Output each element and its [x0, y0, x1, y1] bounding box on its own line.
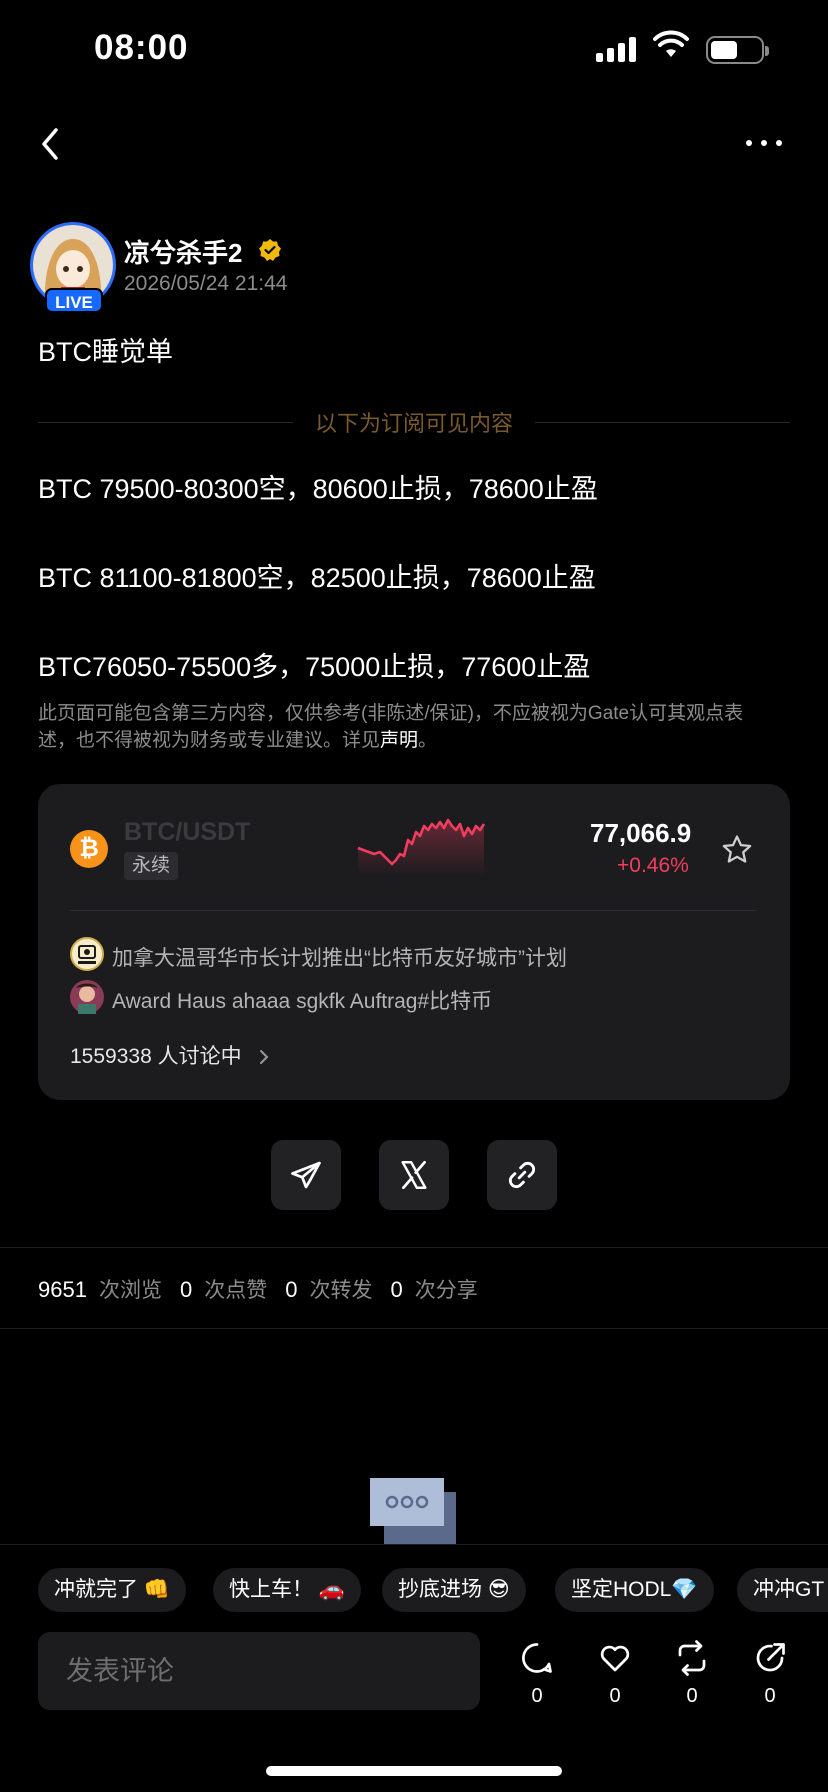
share-telegram-button[interactable]	[271, 1140, 341, 1210]
post-line: BTC 79500-80300空，80600止损，78600止盈	[38, 474, 598, 504]
favorite-star-icon[interactable]	[720, 833, 754, 867]
like-count-bottom: 0	[609, 1685, 621, 1707]
verified-badge-icon	[259, 239, 281, 261]
last-price: 77,066.9	[590, 818, 692, 848]
author-name[interactable]: 凉兮杀手2	[124, 233, 242, 270]
chat-bubble-icon[interactable]	[370, 1478, 458, 1544]
quick-reply-chip-clip: 冲冲GT	[737, 1568, 828, 1612]
discussion-count[interactable]: 1559338 人讨论中	[70, 1040, 271, 1070]
share-label: 次分享	[414, 1279, 478, 1302]
battery-icon	[706, 36, 769, 64]
post-line: BTC 81100-81800空，82500止损，78600止盈	[38, 563, 596, 593]
stats-divider-bottom	[0, 1328, 828, 1329]
share-count-bottom: 0	[764, 1685, 776, 1707]
like-label: 次点赞	[204, 1279, 268, 1302]
price-change: +0.46%	[617, 854, 689, 877]
card-divider	[70, 910, 756, 911]
view-count: 9651	[38, 1277, 87, 1302]
share-count: 0	[390, 1277, 403, 1302]
repost-count-bottom: 0	[686, 1685, 698, 1707]
share-action[interactable]: 0	[748, 1640, 792, 1708]
comment-action[interactable]: 0	[515, 1640, 559, 1708]
subscribe-divider-label: 以下为订阅可见内容	[315, 411, 514, 436]
link-icon	[508, 1161, 536, 1189]
news-item[interactable]: 加拿大温哥华市长计划推出“比特币友好城市”计划	[112, 942, 567, 972]
like-icon	[600, 1645, 630, 1672]
copy-link-button[interactable]	[487, 1140, 557, 1210]
chevron-right-icon	[260, 1050, 269, 1065]
perpetual-tag: 永续	[124, 852, 179, 880]
bottom-bar-divider	[0, 1544, 828, 1545]
post-line: BTC76050-75500多，75000止损，77600止盈	[38, 652, 591, 682]
stats-divider-top	[0, 1247, 828, 1248]
back-chevron-icon[interactable]	[38, 126, 62, 162]
like-count: 0	[179, 1277, 193, 1302]
share-icon	[756, 1643, 785, 1672]
bitcoin-icon: ₿	[70, 830, 108, 868]
view-label: 次浏览	[98, 1279, 162, 1302]
discussion-count-text: 1559338 人讨论中	[70, 1045, 242, 1068]
like-action[interactable]: 0	[593, 1640, 637, 1708]
comment-input[interactable]: 发表评论	[38, 1632, 480, 1710]
pair-name[interactable]: BTC/USDT	[124, 818, 250, 847]
price-sparkline	[357, 818, 486, 876]
post-stats: 9651 次浏览 0 次点赞 0 次转发 0 次分享	[38, 1274, 484, 1304]
comment-count: 0	[531, 1685, 543, 1707]
post-title: BTC睡觉单	[38, 337, 173, 367]
x-icon	[401, 1160, 427, 1190]
live-badge[interactable]: LIVE	[45, 288, 103, 313]
quick-reply-chip[interactable]: 抄底进场 😎	[382, 1568, 526, 1612]
comment-icon	[522, 1643, 552, 1673]
status-time: 08:00	[94, 28, 189, 67]
repost-label: 次转发	[309, 1279, 373, 1302]
disclaimer: 此页面可能包含第三方内容，仅供参考(非陈述/保证)，不应被视为Gate认可其观点…	[38, 700, 778, 754]
share-x-button[interactable]	[379, 1140, 449, 1210]
subscribe-divider: 以下为订阅可见内容	[38, 406, 791, 438]
repost-action[interactable]: 0	[670, 1640, 714, 1708]
wifi-icon	[653, 30, 689, 57]
news-item[interactable]: Award Haus ahaaa sgkfk Auftrag#比特币	[112, 985, 492, 1015]
user-avatar-icon	[70, 980, 104, 1014]
more-options-icon[interactable]	[746, 140, 782, 146]
cellular-signal-icon	[596, 36, 640, 62]
repost-icon	[678, 1640, 706, 1676]
telegram-icon	[291, 1161, 321, 1189]
post-date: 2026/05/24 21:44	[124, 272, 288, 295]
quick-reply-chip[interactable]: 冲冲GT	[737, 1568, 828, 1612]
disclaimer-link[interactable]: 声明	[380, 730, 418, 751]
home-indicator[interactable]	[266, 1766, 562, 1776]
coinvoice-avatar-icon	[70, 937, 104, 971]
quick-reply-chip[interactable]: 坚定HODL💎	[555, 1568, 714, 1612]
quick-reply-chip[interactable]: 快上车！ 🚗	[213, 1568, 361, 1612]
repost-count: 0	[285, 1277, 298, 1302]
quick-reply-chip[interactable]: 冲就完了 👊	[38, 1568, 186, 1612]
disclaimer-end: 。	[418, 730, 438, 751]
